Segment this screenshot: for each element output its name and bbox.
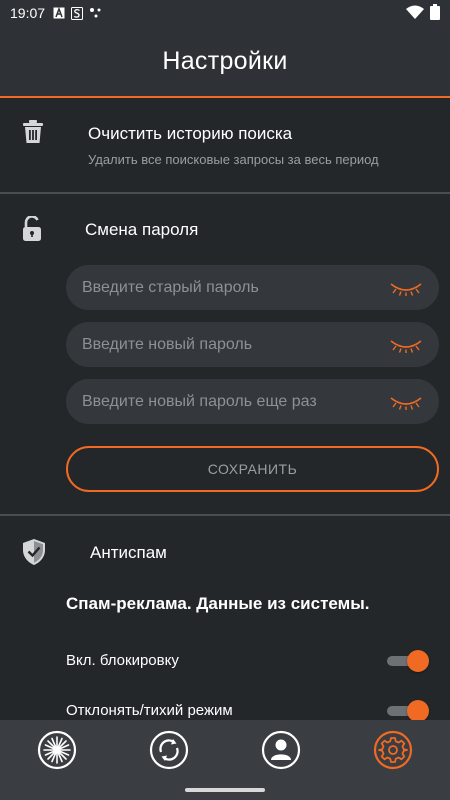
s-icon	[71, 6, 84, 20]
divider	[0, 192, 450, 194]
status-bar: 19:07	[0, 0, 450, 26]
eye-closed-icon[interactable]	[389, 336, 423, 354]
eye-closed-icon[interactable]	[389, 393, 423, 411]
trash-icon	[22, 120, 44, 149]
repeat-password-input[interactable]	[82, 392, 389, 411]
antispam-heading: Спам-реклама. Данные из системы.	[66, 594, 370, 613]
burst-icon	[37, 730, 77, 770]
home-indicator	[185, 788, 265, 792]
settings-icon	[373, 730, 413, 770]
nav-burst-button[interactable]	[37, 730, 77, 770]
clear-history-subtitle: Удалить все поисковые запросы за весь пе…	[88, 152, 379, 167]
silent-mode-toggle-label: Отклонять/тихий режим	[66, 702, 233, 719]
old-password-input[interactable]	[82, 278, 389, 297]
nav-sync-button[interactable]	[149, 730, 189, 770]
clear-history-title: Очистить историю поиска	[88, 124, 293, 143]
clear-history-row[interactable]: Очистить историю поиска Удалить все поис…	[0, 100, 450, 192]
lock-icon	[22, 215, 42, 247]
page-title: Настройки	[162, 46, 288, 75]
new-password-field[interactable]	[66, 322, 439, 367]
nav-profile-button[interactable]	[261, 730, 301, 770]
new-password-input[interactable]	[82, 335, 389, 354]
a-icon	[53, 7, 65, 19]
battery-icon	[430, 3, 440, 23]
divider	[0, 514, 450, 516]
eye-closed-icon[interactable]	[389, 279, 423, 297]
antispam-title: Антиспам	[90, 543, 167, 562]
block-toggle[interactable]	[385, 650, 429, 672]
sync-icon	[149, 730, 189, 770]
password-section-title: Смена пароля	[85, 220, 199, 239]
status-time: 19:07	[10, 5, 46, 21]
silent-mode-toggle[interactable]	[385, 700, 429, 722]
wifi-icon	[406, 5, 424, 22]
repeat-password-field[interactable]	[66, 379, 439, 424]
shield-check-icon	[22, 538, 46, 571]
dots-icon	[89, 7, 103, 19]
toggle-thumb	[407, 650, 429, 672]
block-toggle-row[interactable]: Вкл. блокировку	[66, 646, 431, 676]
old-password-field[interactable]	[66, 265, 439, 310]
profile-icon	[261, 730, 301, 770]
block-toggle-label: Вкл. блокировку	[66, 652, 179, 669]
toggle-thumb	[407, 700, 429, 722]
nav-settings-button[interactable]	[373, 730, 413, 770]
app-bar: Настройки	[0, 26, 450, 98]
save-button[interactable]: СОХРАНИТЬ	[66, 446, 439, 492]
